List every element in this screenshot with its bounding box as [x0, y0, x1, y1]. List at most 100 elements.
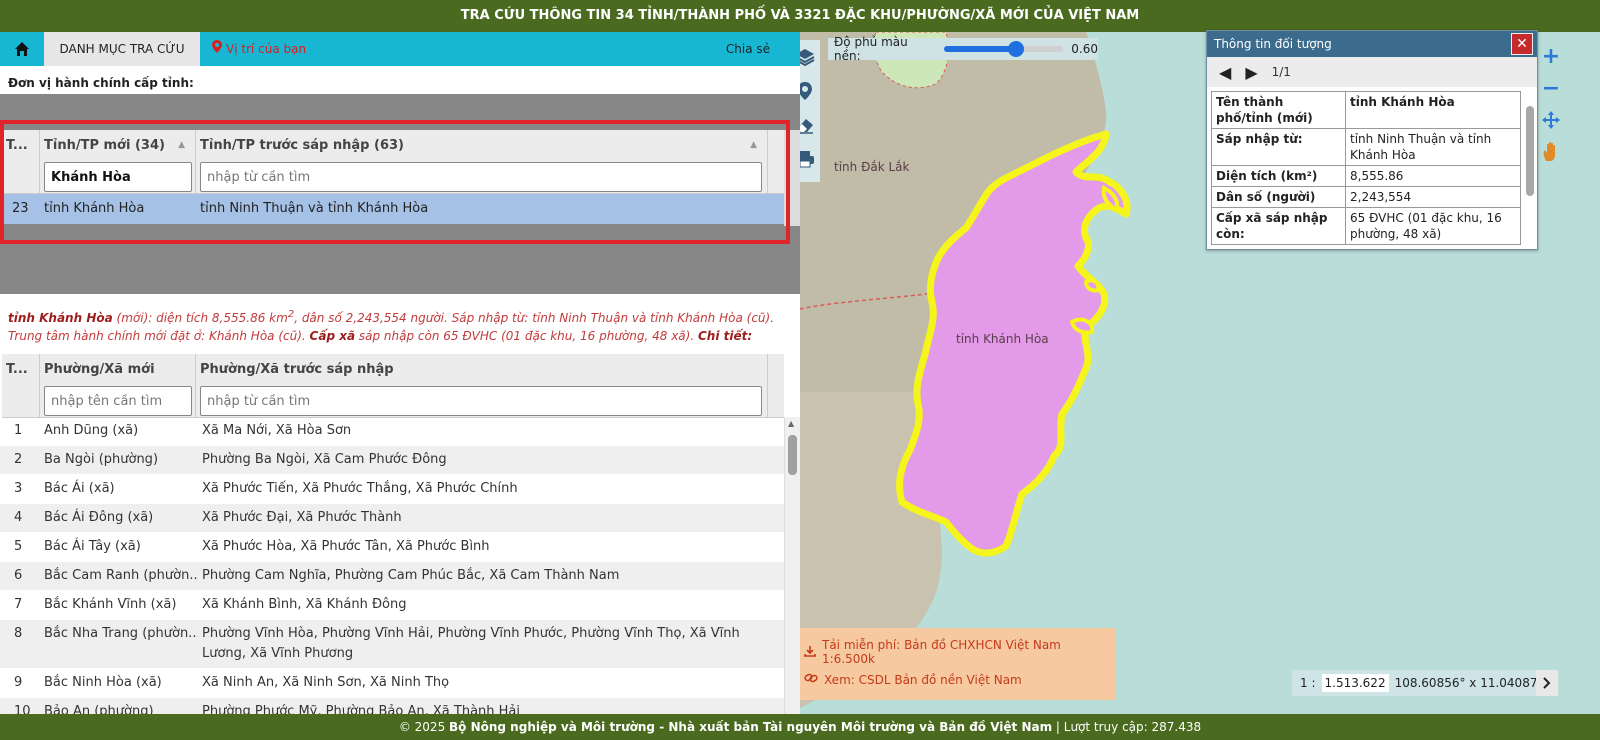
- info-row: Cấp xã sáp nhập còn: 65 ĐVHC (01 đặc khu,…: [1211, 207, 1521, 245]
- info-key: Dân số (người): [1211, 186, 1346, 208]
- ward-row-old: Xã Phước Hòa, Xã Phước Tân, Xã Phước Bìn…: [202, 539, 490, 554]
- ward-row-new: Bắc Nha Trang (phườn...: [44, 626, 198, 641]
- footer-org: Bộ Nông nghiệp và Môi trường - Nhà xuất …: [449, 720, 1053, 734]
- sort-icon[interactable]: ▲: [750, 140, 757, 150]
- ward-row[interactable]: 2 Ba Ngòi (phường) Phường Ba Ngòi, Xã Cam …: [0, 446, 800, 475]
- ward-row-index: 9: [14, 675, 23, 690]
- province-selected-row[interactable]: 23 tỉnh Khánh Hòa tỉnh Ninh Thuận và tỉn…: [2, 194, 784, 224]
- info-scroll-thumb[interactable]: [1526, 106, 1534, 196]
- info-value: 65 ĐVHC (01 đặc khu, 16 phường, 48 xã): [1345, 207, 1521, 245]
- hand-icon[interactable]: [1540, 140, 1562, 164]
- info-panel-title: Thông tin đối tượng: [1214, 37, 1332, 51]
- ward-row[interactable]: 1 Anh Dũng (xã) Xã Ma Nới, Xã Hòa Sơn: [0, 417, 800, 446]
- footer-copyright: © 2025: [398, 720, 450, 734]
- ward-grid-header: T... Phường/Xã mới Phường/Xã trước sáp n…: [2, 354, 784, 418]
- map-label-khanhhoa: tỉnh Khánh Hòa: [956, 332, 1049, 346]
- location-pin-icon: [212, 32, 222, 66]
- ward-row[interactable]: 5 Bác Ái Tây (xã) Xã Phước Hòa, Xã Phước T…: [0, 533, 800, 562]
- coordinates: 108.60856° x 11.04087°: [1394, 676, 1544, 690]
- info-key: Diện tích (km²): [1211, 165, 1346, 187]
- scale-prefix: 1 :: [1300, 676, 1316, 690]
- left-panel: DANH MỤC TRA CỨU Vị trí của bạn Chia sẻ …: [0, 32, 800, 729]
- province-new-search-input[interactable]: [44, 162, 192, 192]
- promo-view-link[interactable]: Xem: CSDL Bản đồ nền Việt Nam: [804, 672, 1022, 687]
- pan-icon[interactable]: [1540, 108, 1562, 132]
- info-table: Tên thành phố/tỉnh (mới) tỉnh Khánh Hòa Sá…: [1211, 91, 1521, 245]
- prev-icon[interactable]: ◀: [1219, 63, 1231, 82]
- tab-danh-muc[interactable]: DANH MỤC TRA CỨU: [44, 32, 200, 66]
- my-location-label[interactable]: Vị trí của bạn: [226, 32, 306, 66]
- ward-new-search-input[interactable]: [44, 386, 192, 416]
- ward-row-old: Xã Ma Nới, Xã Hòa Sơn: [202, 423, 352, 438]
- ward-row-index: 1: [14, 423, 23, 438]
- info-value: 2,243,554: [1345, 186, 1521, 208]
- province-old-search-input[interactable]: [200, 162, 762, 192]
- ward-scroll-thumb[interactable]: [788, 435, 797, 475]
- ward-row[interactable]: 4 Bác Ái Đông (xã) Xã Phước Đại, Xã Phước …: [0, 504, 800, 533]
- info-pager-count: 1/1: [1271, 65, 1291, 79]
- coordinate-bar: 1 : 1.513.622 108.60856° x 11.04087°: [1292, 670, 1558, 696]
- ward-col-old[interactable]: Phường/Xã trước sáp nhập: [196, 354, 768, 418]
- share-link[interactable]: Chia sẻ: [726, 32, 770, 66]
- info-panel: Thông tin đối tượng ✕ ◀ ▶ 1/1 Tên thành …: [1206, 30, 1538, 250]
- opacity-slider-fill: [943, 46, 1016, 52]
- next-icon[interactable]: ▶: [1245, 63, 1257, 82]
- ward-row-old: Phường Cam Nghĩa, Phường Cam Phúc Bắc, X…: [202, 568, 620, 583]
- zoom-in-icon[interactable]: +: [1540, 44, 1562, 69]
- app-title: TRA CỨU THÔNG TIN 34 TỈNH/THÀNH PHỐ VÀ 3…: [460, 8, 1140, 23]
- ward-row-new: Bắc Ninh Hòa (xã): [44, 675, 162, 690]
- map-label-daklak: tỉnh Đắk Lắk: [834, 160, 910, 174]
- ward-row-index: 7: [14, 597, 23, 612]
- ward-row[interactable]: 9 Bắc Ninh Hòa (xã) Xã Ninh An, Xã Ninh Sơ…: [0, 669, 800, 698]
- ward-row[interactable]: 8 Bắc Nha Trang (phườn... Phường Vĩnh Hòa,…: [0, 620, 800, 669]
- ward-row-index: 4: [14, 510, 23, 525]
- info-scrollbar[interactable]: [1524, 92, 1536, 242]
- ward-old-search-input[interactable]: [200, 386, 762, 416]
- opacity-slider[interactable]: [943, 41, 1064, 57]
- zoom-out-icon[interactable]: −: [1540, 76, 1562, 101]
- nav-bar: DANH MỤC TRA CỨU Vị trí của bạn Chia sẻ: [0, 32, 800, 66]
- opacity-slider-knob[interactable]: [1007, 41, 1024, 57]
- info-row: Dân số (người) 2,243,554: [1211, 186, 1521, 208]
- chevron-right-icon[interactable]: [1536, 670, 1558, 696]
- scale-value[interactable]: 1.513.622: [1321, 674, 1389, 692]
- promo-download-link[interactable]: Tải miễn phí: Bản đồ CHXHCN Việt Nam 1:6…: [804, 638, 1116, 666]
- ward-row-index: 2: [14, 452, 23, 467]
- info-value: tỉnh Ninh Thuận và tỉnh Khánh Hòa: [1345, 128, 1521, 166]
- ward-row[interactable]: 7 Bắc Khánh Vĩnh (xã) Xã Khánh Bình, Xã Kh…: [0, 591, 800, 620]
- promo-view-label[interactable]: Xem: CSDL Bản đồ nền Việt Nam: [824, 673, 1022, 687]
- province-grid-header: T... Tỉnh/TP mới (34) ▲ Tỉnh/TP trước sá…: [2, 130, 784, 194]
- info-key: Sáp nhập từ:: [1211, 128, 1346, 166]
- info-pager: ◀ ▶ 1/1: [1207, 57, 1537, 87]
- download-icon: [804, 645, 816, 660]
- my-location-link[interactable]: Vị trí của bạn: [212, 32, 306, 66]
- ward-row-new: Bác Ái Đông (xã): [44, 510, 154, 525]
- opacity-value: 0.60: [1071, 42, 1098, 56]
- province-col-old[interactable]: Tỉnh/TP trước sáp nhập (63) ▲: [196, 130, 768, 194]
- opacity-control: Độ phủ màu nền: 0.60: [828, 35, 1098, 63]
- ward-row-index: 5: [14, 539, 23, 554]
- province-scrollbar[interactable]: [784, 130, 800, 226]
- app-title-bar: TRA CỨU THÔNG TIN 34 TỈNH/THÀNH PHỐ VÀ 3…: [0, 0, 1600, 32]
- ward-scrollbar[interactable]: ▲ ▼: [784, 417, 800, 729]
- scroll-up-icon[interactable]: ▲: [788, 419, 794, 428]
- ward-col-index[interactable]: T...: [2, 354, 40, 418]
- province-col-index[interactable]: T...: [2, 130, 40, 194]
- home-icon[interactable]: [0, 32, 44, 66]
- ward-row-index: 8: [14, 626, 23, 641]
- sort-icon[interactable]: ▲: [178, 140, 185, 150]
- province-col-new[interactable]: Tỉnh/TP mới (34) ▲: [40, 130, 196, 194]
- ward-row[interactable]: 3 Bác Ái (xã) Xã Phước Tiến, Xã Phước Thắn…: [0, 475, 800, 504]
- ward-row[interactable]: 6 Bắc Cam Ranh (phườn... Phường Cam Nghĩa,…: [0, 562, 800, 591]
- close-icon[interactable]: ✕: [1511, 33, 1533, 55]
- island-3: [1083, 278, 1101, 293]
- province-row-new: tỉnh Khánh Hòa: [44, 201, 145, 216]
- summary-name: tỉnh Khánh Hòa: [8, 311, 113, 325]
- promo-download-label[interactable]: Tải miễn phí: Bản đồ CHXHCN Việt Nam 1:6…: [822, 638, 1116, 666]
- info-row: Diện tích (km²) 8,555.86: [1211, 165, 1521, 187]
- ward-row-new: Bắc Khánh Vĩnh (xã): [44, 597, 177, 612]
- ward-row-old: Xã Phước Đại, Xã Phước Thành: [202, 510, 402, 525]
- link-icon: [804, 672, 818, 687]
- ward-row-new: Bác Ái (xã): [44, 481, 115, 496]
- ward-col-new[interactable]: Phường/Xã mới: [40, 354, 196, 418]
